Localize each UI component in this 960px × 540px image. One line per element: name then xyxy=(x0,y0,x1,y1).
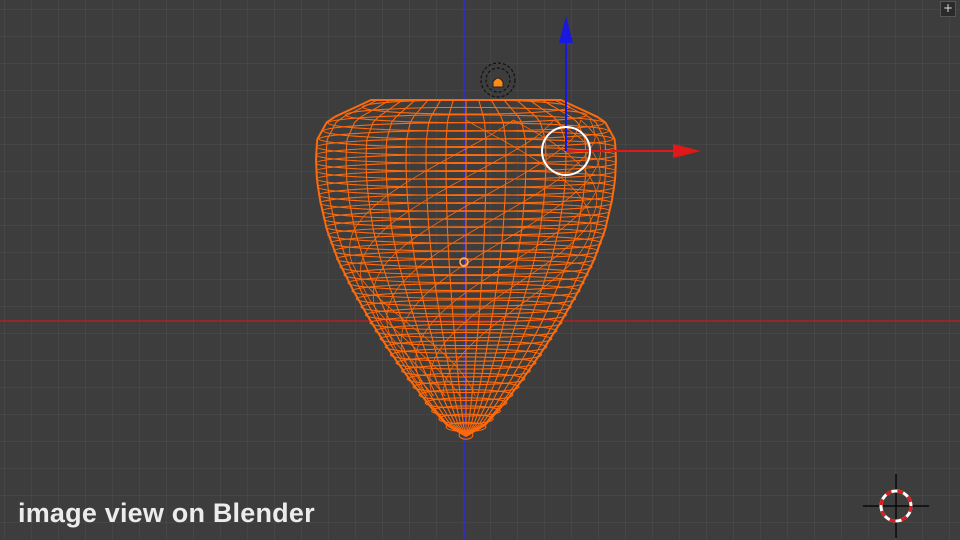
mesh-meridian xyxy=(465,99,487,437)
3d-cursor-icon[interactable] xyxy=(863,474,929,538)
3d-viewport[interactable]: + image view on Blender xyxy=(0,0,960,540)
plus-icon[interactable]: + xyxy=(940,1,956,17)
z-arrow-head[interactable] xyxy=(559,16,573,43)
caption-text: image view on Blender xyxy=(18,498,315,528)
scene-canvas[interactable] xyxy=(0,0,960,540)
x-arrow-head[interactable] xyxy=(673,144,701,158)
lamp-icon[interactable] xyxy=(480,62,516,98)
